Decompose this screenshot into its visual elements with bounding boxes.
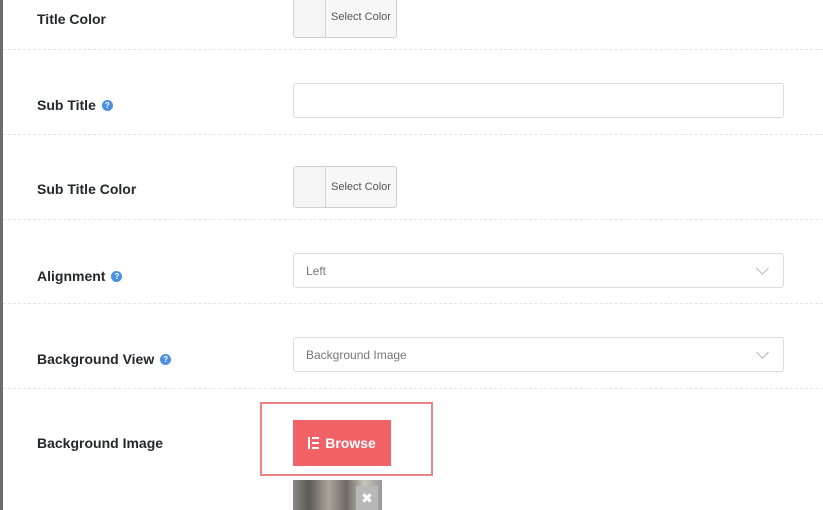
help-icon[interactable]: ? <box>101 99 113 111</box>
elementor-icon <box>308 437 320 449</box>
background-image-label-text: Background Image <box>37 435 164 451</box>
sub-title-label: Sub Title ? <box>37 95 113 115</box>
sub-title-label-text: Sub Title <box>37 97 96 113</box>
sub-title-color-label: Sub Title Color <box>37 179 136 199</box>
alignment-select[interactable]: Left <box>293 253 784 288</box>
background-image-label: Background Image <box>37 433 163 453</box>
sub-title-color-label-text: Sub Title Color <box>37 181 137 197</box>
alignment-label: Alignment ? <box>37 266 123 286</box>
title-color-picker-button[interactable]: Select Color <box>293 0 397 38</box>
sub-title-color-picker-label: Select Color <box>331 181 391 193</box>
background-view-select[interactable]: Background Image <box>293 337 784 372</box>
divider <box>3 388 823 389</box>
background-view-selected-value: Background Image <box>306 347 407 362</box>
divider <box>3 49 823 50</box>
close-icon[interactable]: ✖ <box>356 486 378 510</box>
alignment-selected-value: Left <box>306 263 327 278</box>
browse-button[interactable]: Browse <box>293 420 391 466</box>
background-view-label-text: Background View <box>37 351 155 367</box>
help-icon[interactable]: ? <box>160 353 172 365</box>
browse-button-label: Browse <box>325 435 376 451</box>
panel-left-border <box>0 0 3 510</box>
sub-title-input[interactable] <box>293 83 784 118</box>
title-color-picker-label: Select Color <box>331 11 391 23</box>
divider <box>3 219 823 220</box>
background-image-thumbnail: ✖ <box>293 480 382 510</box>
alignment-label-text: Alignment <box>37 268 106 284</box>
sub-title-color-picker-button[interactable]: Select Color <box>293 166 397 208</box>
divider <box>3 303 823 304</box>
title-color-swatch <box>294 0 326 37</box>
divider <box>3 134 823 135</box>
title-color-label: Title Color <box>37 9 106 29</box>
title-color-label-text: Title Color <box>37 11 106 27</box>
help-icon[interactable]: ? <box>111 270 123 282</box>
background-view-label: Background View ? <box>37 349 172 369</box>
chevron-down-icon <box>756 261 769 275</box>
sub-title-color-swatch <box>294 167 326 207</box>
chevron-down-icon <box>756 345 769 359</box>
